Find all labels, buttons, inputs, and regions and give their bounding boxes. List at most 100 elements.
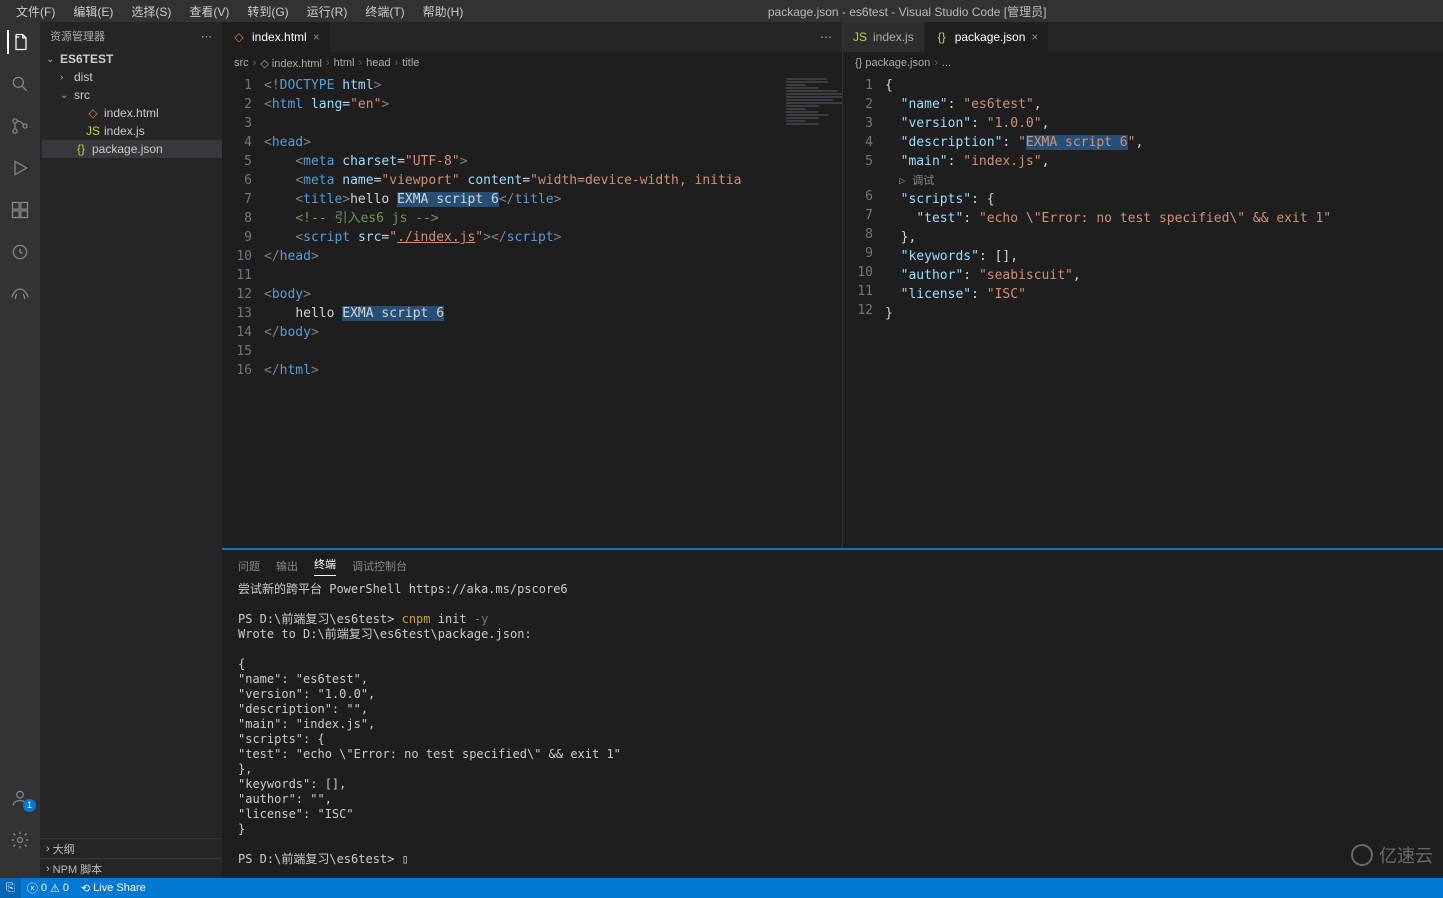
line-gutter: 12345678910111213141516: [222, 74, 264, 548]
terminal-line: }: [238, 822, 1427, 837]
code-lines[interactable]: <!DOCTYPE html><html lang="en"><head> <m…: [264, 74, 782, 548]
watermark: 亿速云: [1351, 842, 1433, 868]
tree-label: index.js: [104, 124, 145, 138]
terminal-tab[interactable]: 输出: [276, 558, 298, 574]
menu-item[interactable]: 帮助(H): [415, 1, 472, 22]
breadcrumb-item[interactable]: src: [234, 57, 249, 69]
tab-label: index.html: [252, 30, 307, 44]
terminal-line: PS D:\前端复习\es6test> cnpm init -y: [238, 612, 1427, 627]
testing-icon[interactable]: [8, 240, 32, 264]
breadcrumb-item[interactable]: title: [402, 57, 419, 69]
code-area-left[interactable]: 12345678910111213141516 <!DOCTYPE html><…: [222, 74, 842, 548]
sidebar-more-icon[interactable]: ⋯: [201, 30, 212, 43]
tab-label: index.js: [873, 30, 914, 44]
terminal-line: "version": "1.0.0",: [238, 687, 1427, 702]
code-lines[interactable]: { "name": "es6test", "version": "1.0.0",…: [885, 74, 1443, 548]
terminal-tab[interactable]: 终端: [314, 556, 336, 576]
settings-gear-icon[interactable]: [8, 828, 32, 852]
terminal-line: "scripts": {: [238, 732, 1427, 747]
menu-item[interactable]: 查看(V): [181, 1, 237, 22]
editor-tab[interactable]: ◇index.html×: [222, 22, 331, 52]
sidebar-title: 资源管理器: [50, 28, 105, 44]
terminal-line: "name": "es6test",: [238, 672, 1427, 687]
sidebar-header: 资源管理器 ⋯: [40, 22, 222, 50]
breadcrumb-item[interactable]: ◇ index.html: [260, 57, 322, 70]
explorer-icon[interactable]: [7, 30, 31, 54]
menu-item[interactable]: 编辑(E): [65, 1, 121, 22]
chevron-right-icon: ›: [46, 863, 50, 875]
menu-item[interactable]: 运行(R): [299, 1, 356, 22]
chevron-icon: ⌄: [60, 90, 70, 101]
breadcrumb-item[interactable]: head: [366, 57, 390, 69]
close-icon[interactable]: ×: [313, 30, 320, 44]
outline-section[interactable]: ›大纲: [40, 838, 222, 858]
extensions-icon[interactable]: [8, 198, 32, 222]
tree-folder[interactable]: › dist: [42, 68, 222, 86]
remote-icon[interactable]: ⎘: [0, 878, 21, 898]
tree-label: src: [74, 88, 90, 102]
npm-scripts-section[interactable]: ›NPM 脚本: [40, 858, 222, 878]
editors-column: ◇index.html× ⋯ src›◇ index.html›html›hea…: [222, 22, 1443, 878]
tree-file[interactable]: JSindex.js: [42, 122, 222, 140]
status-bar: ⎘ ⓧ 0 ⚠ 0 ⟲ Live Share: [0, 878, 1443, 898]
window-title: package.json - es6test - Visual Studio C…: [471, 3, 1343, 20]
menu-bar: 文件(F)编辑(E)选择(S)查看(V)转到(G)运行(R)终端(T)帮助(H): [0, 1, 471, 22]
terminal-tab[interactable]: 调试控制台: [352, 558, 407, 574]
editor-group-right: JSindex.js{}package.json× {} package.jso…: [843, 22, 1443, 548]
editor-tab[interactable]: {}package.json×: [925, 22, 1050, 52]
menu-item[interactable]: 选择(S): [123, 1, 179, 22]
minimap[interactable]: [782, 74, 842, 548]
menu-item[interactable]: 文件(F): [8, 1, 63, 22]
breadcrumb-item[interactable]: {} package.json: [855, 57, 930, 69]
errors-item[interactable]: ⓧ 0 ⚠ 0: [21, 878, 75, 898]
tree-label: package.json: [92, 142, 163, 156]
chevron-icon: ›: [60, 72, 70, 83]
terminal-line: },: [238, 762, 1427, 777]
breadcrumb-item[interactable]: html: [334, 57, 355, 69]
tree-file[interactable]: ◇index.html: [42, 104, 222, 122]
breadcrumbs-left[interactable]: src›◇ index.html›html›head›title: [222, 52, 842, 74]
chevron-right-icon: ›: [46, 843, 50, 855]
terminal-line: "author": "",: [238, 792, 1427, 807]
terminal-line: "main": "index.js",: [238, 717, 1427, 732]
breadcrumb-item[interactable]: ...: [942, 57, 951, 69]
menu-item[interactable]: 终端(T): [357, 1, 412, 22]
accounts-icon[interactable]: [8, 786, 32, 810]
activity-bar: [0, 22, 40, 878]
code-area-right[interactable]: 12345 6789101112 { "name": "es6test", "v…: [843, 74, 1443, 548]
sidebar: 资源管理器 ⋯ ⌄ ES6TEST › dist ⌄ src ◇index.htmlJS…: [40, 22, 222, 878]
run-debug-icon[interactable]: [8, 156, 32, 180]
tabs-right: JSindex.js{}package.json×: [843, 22, 1443, 52]
tree-folder[interactable]: ⌄ src: [42, 86, 222, 104]
tree-label: dist: [74, 70, 93, 84]
live-share-item[interactable]: ⟲ Live Share: [75, 878, 152, 898]
source-control-icon[interactable]: [8, 114, 32, 138]
menu-item[interactable]: 转到(G): [239, 1, 296, 22]
editor-group-left: ◇index.html× ⋯ src›◇ index.html›html›hea…: [222, 22, 843, 548]
tree-file[interactable]: {}package.json: [42, 140, 222, 158]
terminal-line: [238, 597, 1427, 612]
search-icon[interactable]: [8, 72, 32, 96]
title-bar: 文件(F)编辑(E)选择(S)查看(V)转到(G)运行(R)终端(T)帮助(H)…: [0, 0, 1443, 22]
tab-label: package.json: [955, 30, 1026, 44]
main-row: 资源管理器 ⋯ ⌄ ES6TEST ›dist⌄src◇index.htmlJS…: [0, 22, 1443, 878]
terminal-tab[interactable]: 问题: [238, 558, 260, 574]
terminal-line: "keywords": [],: [238, 777, 1427, 792]
terminal-line: 尝试新的跨平台 PowerShell https://aka.ms/pscore…: [238, 582, 1427, 597]
breadcrumbs-right[interactable]: {} package.json›...: [843, 52, 1443, 74]
terminal-line: Wrote to D:\前端复习\es6test\package.json:: [238, 627, 1427, 642]
codelens-debug[interactable]: ▷ 调试: [885, 171, 1443, 190]
terminal-line: {: [238, 657, 1427, 672]
close-icon[interactable]: ×: [1031, 30, 1038, 44]
terminal-line: "description": "",: [238, 702, 1427, 717]
sidebar-footer: ›大纲 ›NPM 脚本: [40, 838, 222, 878]
terminal-line: [238, 837, 1427, 852]
terminal-body[interactable]: 尝试新的跨平台 PowerShell https://aka.ms/pscore…: [222, 576, 1443, 878]
terminal-panel: 问题输出终端调试控制台 尝试新的跨平台 PowerShell https://a…: [222, 548, 1443, 878]
editor-tab[interactable]: JSindex.js: [843, 22, 925, 52]
editor-actions-icon[interactable]: ⋯: [820, 30, 842, 44]
tree-root[interactable]: ⌄ ES6TEST: [42, 50, 222, 68]
tree-label: index.html: [104, 106, 159, 120]
chevron-down-icon: ⌄: [46, 54, 56, 65]
feedback-icon[interactable]: [8, 282, 32, 306]
